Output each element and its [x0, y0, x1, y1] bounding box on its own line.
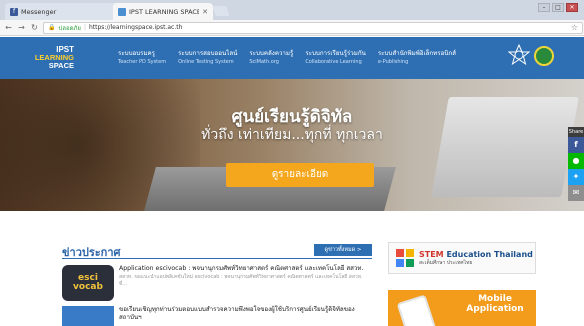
mobile-application-banner[interactable]: Mobile Application [388, 290, 536, 326]
forward-icon[interactable]: → [17, 23, 26, 32]
stem-subtitle: สะเต็มศึกษา ประเทศไทย [419, 259, 473, 266]
ipst-favicon-icon [118, 7, 126, 16]
nav-label-th: ระบบคลังความรู้ [249, 50, 294, 57]
tab-label: Messenger [21, 7, 57, 16]
nav-epublishing[interactable]: ระบบสำนักพิมพ์อิเล็กทรอนิกส์ e-Publishin… [372, 49, 462, 67]
secure-label: ปลอดภัย [58, 24, 81, 32]
browser-window: f Messenger ✕ IPST LEARNING SPACE ✕ – □ … [0, 0, 584, 326]
mobile-app-text: Mobile Application [460, 294, 530, 314]
minimize-icon[interactable]: – [538, 3, 550, 12]
news-item[interactable]: esci vocab Application escivocab : พจนาน… [62, 265, 372, 301]
nav-label-en: Teacher PD System [118, 59, 167, 65]
window-controls: – □ ✕ [538, 3, 578, 12]
email-share-icon[interactable]: ✉ [568, 185, 584, 201]
tab-label: IPST LEARNING SPACE [129, 7, 200, 16]
hero-subtitle: ทั่วถึง เท่าเทียม...ทุกที่ ทุกเวลา [201, 127, 383, 143]
news-heading: ข่าวประกาศ [62, 246, 121, 259]
line-share-icon[interactable]: ● [568, 153, 584, 169]
news-text: Application escivocab : พจนานุกรมศัพท์วิ… [119, 265, 372, 301]
nav-label-en: Collaborative Learning [305, 59, 362, 65]
nav-label-en: e-Publishing [377, 59, 409, 65]
nav-collaborative[interactable]: ระบบการเรียนรู้ร่วมกัน Collaborative Lea… [299, 49, 372, 67]
all-news-button[interactable]: ดูข่าวทั้งหมด > [314, 244, 372, 256]
site-header: IPST LEARNING SPACE ระบบอบรมครู Teacher … [0, 37, 584, 79]
survey-thumbnail [62, 306, 114, 326]
close-window-icon[interactable]: ✕ [566, 3, 578, 12]
news-excerpt: สสวท. ขอแนะนำแอปพลิเคชันใหม่ escivocab :… [119, 274, 363, 287]
bookmark-star-icon[interactable]: ☆ [571, 23, 578, 32]
stem-education-banner[interactable]: STEM Education Thailand สะเต็มศึกษา ประเ… [388, 242, 536, 274]
nav-teacher-pd[interactable]: ระบบอบรมครู Teacher PD System [112, 49, 172, 67]
nav-label-th: ระบบอบรมครู [118, 50, 156, 57]
back-icon[interactable]: ← [4, 23, 13, 32]
address-bar[interactable]: 🔒 ปลอดภัย | https://learningspace.ipst.a… [43, 21, 583, 34]
news-item[interactable]: ขอเรียนเชิญทุกท่านร่วมตอบแบบสำรวจความพึง… [62, 306, 372, 326]
logo-line-3: SPACE [48, 61, 74, 70]
facebook-share-icon[interactable]: f [568, 137, 584, 153]
tab-strip: f Messenger ✕ IPST LEARNING SPACE ✕ – □ … [0, 0, 584, 20]
url-text: https://learningspace.ipst.ac.th [88, 24, 183, 31]
ipst-emblem-icon [534, 46, 554, 66]
main-nav: ระบบอบรมครู Teacher PD System ระบบการสอบ… [112, 49, 462, 67]
news-title[interactable]: ขอเรียนเชิญทุกท่านร่วมตอบแบบสำรวจความพึง… [119, 306, 372, 322]
mobile-line-1: Mobile [478, 294, 512, 304]
news-title[interactable]: Application escivocab : พจนานุกรมศัพท์วิ… [119, 265, 372, 273]
stem-logo-icon [396, 249, 414, 267]
escivocab-thumbnail: esci vocab [62, 265, 114, 301]
reload-icon[interactable]: ↻ [30, 23, 39, 32]
lock-icon: 🔒 [48, 24, 56, 31]
stem-text: STEM Education Thailand สะเต็มศึกษา ประเ… [419, 250, 533, 267]
hero-banner: ศูนย์เรียนรู้ดิจิทัล ทั่วถึง เท่าเทียม..… [0, 79, 584, 211]
news-text: ขอเรียนเชิญทุกท่านร่วมตอบแบบสำรวจความพึง… [119, 306, 372, 326]
new-tab-button[interactable] [212, 6, 230, 16]
ipst-logo[interactable]: IPST LEARNING SPACE [0, 46, 80, 70]
share-label: Share [568, 127, 584, 137]
mobile-line-2: Application [466, 304, 524, 314]
nav-label-th: ระบบสำนักพิมพ์อิเล็กทรอนิกส์ [377, 50, 457, 57]
news-header: ข่าวประกาศ ดูข่าวทั้งหมด > [62, 243, 372, 259]
browser-toolbar: ← → ↻ 🔒 ปลอดภัย | https://learningspace.… [0, 20, 584, 36]
nav-label-th: ระบบการสอบออนไลน์ [178, 50, 238, 57]
share-sidebar: Share f ● ✦ ✉ [568, 127, 584, 201]
maximize-icon[interactable]: □ [552, 3, 564, 12]
royal-emblem-icon [508, 44, 530, 66]
hero-details-button[interactable]: ดูรายละเอียด [226, 163, 374, 187]
nav-scimath[interactable]: ระบบคลังความรู้ SciMath.org [243, 49, 299, 67]
twitter-share-icon[interactable]: ✦ [568, 169, 584, 185]
stem-title: STEM Education Thailand [419, 249, 533, 259]
emblems [508, 44, 554, 66]
nav-online-testing[interactable]: ระบบการสอบออนไลน์ Online Testing System [172, 49, 243, 67]
phone-image [396, 294, 438, 326]
separator: | [83, 24, 86, 31]
nav-label-en: Online Testing System [178, 59, 234, 65]
close-icon[interactable]: ✕ [202, 8, 208, 16]
nav-label-th: ระบบการเรียนรู้ร่วมกัน [305, 50, 366, 57]
messenger-icon: f [10, 7, 18, 16]
content-area: ข่าวประกาศ ดูข่าวทั้งหมด > esci vocab Ap… [0, 211, 584, 326]
thumbnail-text: esci vocab [73, 273, 103, 292]
tab-ipst[interactable]: IPST LEARNING SPACE ✕ [113, 3, 213, 20]
nav-label-en: SciMath.org [249, 59, 279, 65]
